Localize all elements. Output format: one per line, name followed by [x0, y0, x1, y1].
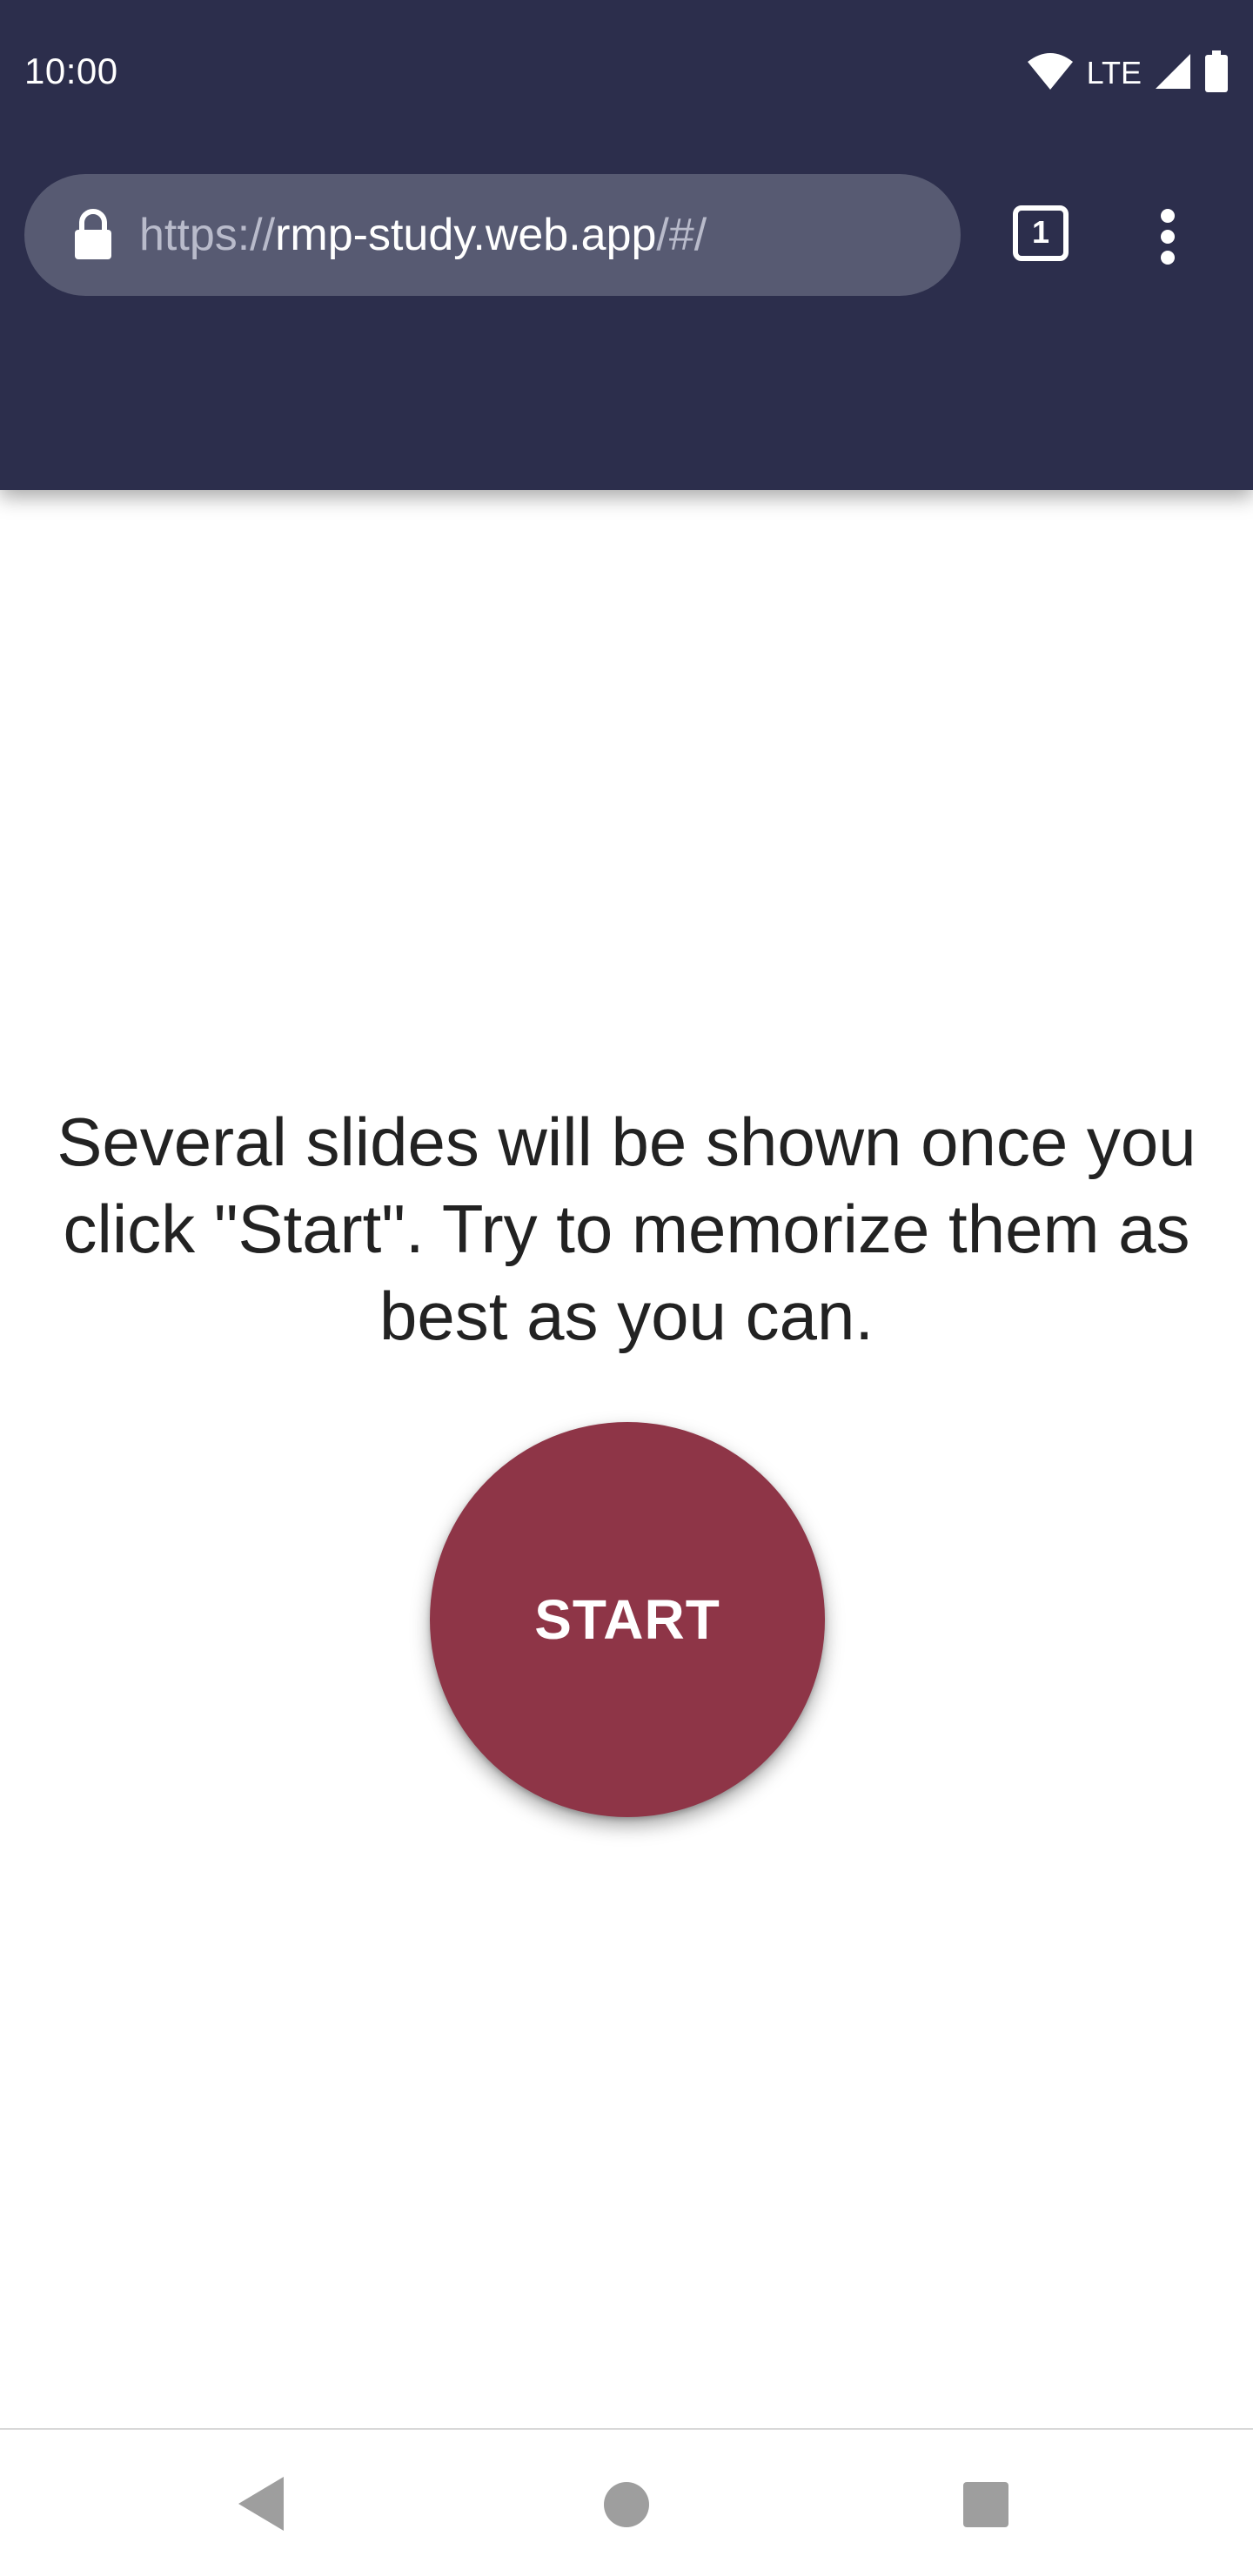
- tabs-icon: 1: [1013, 205, 1069, 261]
- menu-dot: [1161, 209, 1175, 223]
- tabs-button[interactable]: 1: [1013, 205, 1074, 266]
- start-button[interactable]: START: [430, 1422, 825, 1817]
- url-text[interactable]: https://rmp-study.web.app/#/: [139, 207, 707, 263]
- url-host: rmp-study.web.app: [275, 210, 657, 260]
- battery-icon: [1204, 50, 1229, 97]
- recents-icon[interactable]: [963, 2482, 1008, 2527]
- menu-dot: [1161, 230, 1175, 244]
- status-time: 10:00: [24, 50, 118, 91]
- status-bar: 10:00 LTE: [0, 0, 1253, 148]
- screen: 10:00 LTE https://rmp-study.web.app/#/ 1…: [0, 0, 1253, 2576]
- instructions-text: Several slides will be shown once you cl…: [57, 1104, 1196, 1354]
- tab-count: 1: [1031, 214, 1050, 250]
- system-nav-bar: [0, 2428, 1253, 2576]
- back-icon[interactable]: [235, 2475, 287, 2532]
- url-bar[interactable]: https://rmp-study.web.app/#/: [24, 174, 961, 296]
- url-path: /#/: [656, 210, 707, 260]
- home-icon[interactable]: [604, 2482, 649, 2527]
- url-scheme: https://: [139, 210, 276, 260]
- network-type-label: LTE: [1086, 55, 1142, 91]
- overflow-menu-button[interactable]: [1147, 205, 1189, 266]
- browser-chrome: 10:00 LTE https://rmp-study.web.app/#/ 1: [0, 0, 1253, 490]
- wifi-icon: [1026, 51, 1075, 96]
- lock-icon: [75, 209, 111, 259]
- cell-signal-icon: [1154, 52, 1192, 95]
- status-icons: LTE: [1026, 50, 1229, 97]
- menu-dot: [1161, 251, 1175, 265]
